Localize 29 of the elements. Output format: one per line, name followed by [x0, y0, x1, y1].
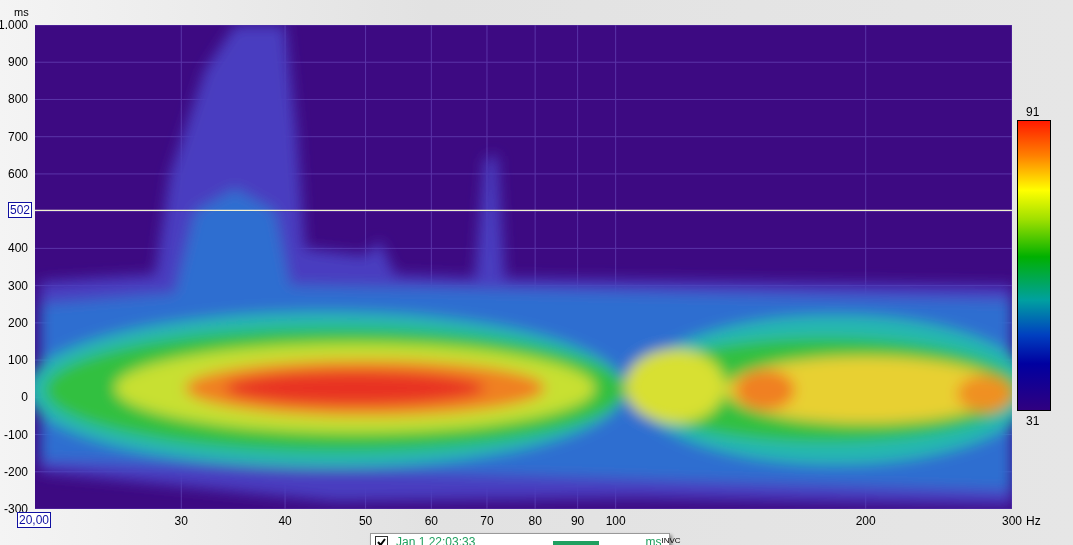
x-axis-tick: 30 — [174, 514, 188, 528]
x-axis-tick: 60 — [424, 514, 438, 528]
y-axis-tick: 700 — [7, 129, 28, 144]
legend-tag: INVC — [661, 536, 681, 545]
x-axis-tick: 300 — [1002, 514, 1022, 528]
color-scale-max: 91 — [1026, 105, 1040, 119]
x-axis-tick: 100 — [605, 514, 626, 528]
cursor-line[interactable] — [35, 209, 1012, 211]
color-scale-min: 31 — [1026, 414, 1040, 428]
y-axis-tick: 400 — [7, 241, 28, 256]
y-axis-tick: -100 — [3, 427, 28, 442]
y-axis-tick: -200 — [3, 464, 28, 479]
x-axis-tick: 50 — [358, 514, 373, 528]
y-axis-tick: 600 — [7, 166, 28, 181]
y-axis-tick: 800 — [7, 92, 28, 107]
x-axis-tick: 90 — [570, 514, 585, 528]
cursor-time-label[interactable]: 502 — [8, 202, 33, 219]
cursor-frequency-label[interactable]: 20,00 — [17, 512, 52, 528]
y-axis-tick: 100 — [7, 353, 28, 368]
x-axis-unit: Hz — [1026, 514, 1041, 528]
y-axis-unit: ms — [14, 6, 29, 18]
x-axis-tick: 200 — [855, 514, 876, 528]
y-axis-tick: 0 — [21, 390, 28, 405]
y-axis-tick: 900 — [7, 55, 28, 70]
y-axis-tick: 300 — [7, 278, 28, 293]
y-axis-tick: 200 — [7, 315, 28, 330]
x-axis-tick: 40 — [278, 514, 292, 528]
x-axis-tick: 80 — [528, 514, 542, 528]
x-axis-tick: 70 — [480, 514, 494, 528]
